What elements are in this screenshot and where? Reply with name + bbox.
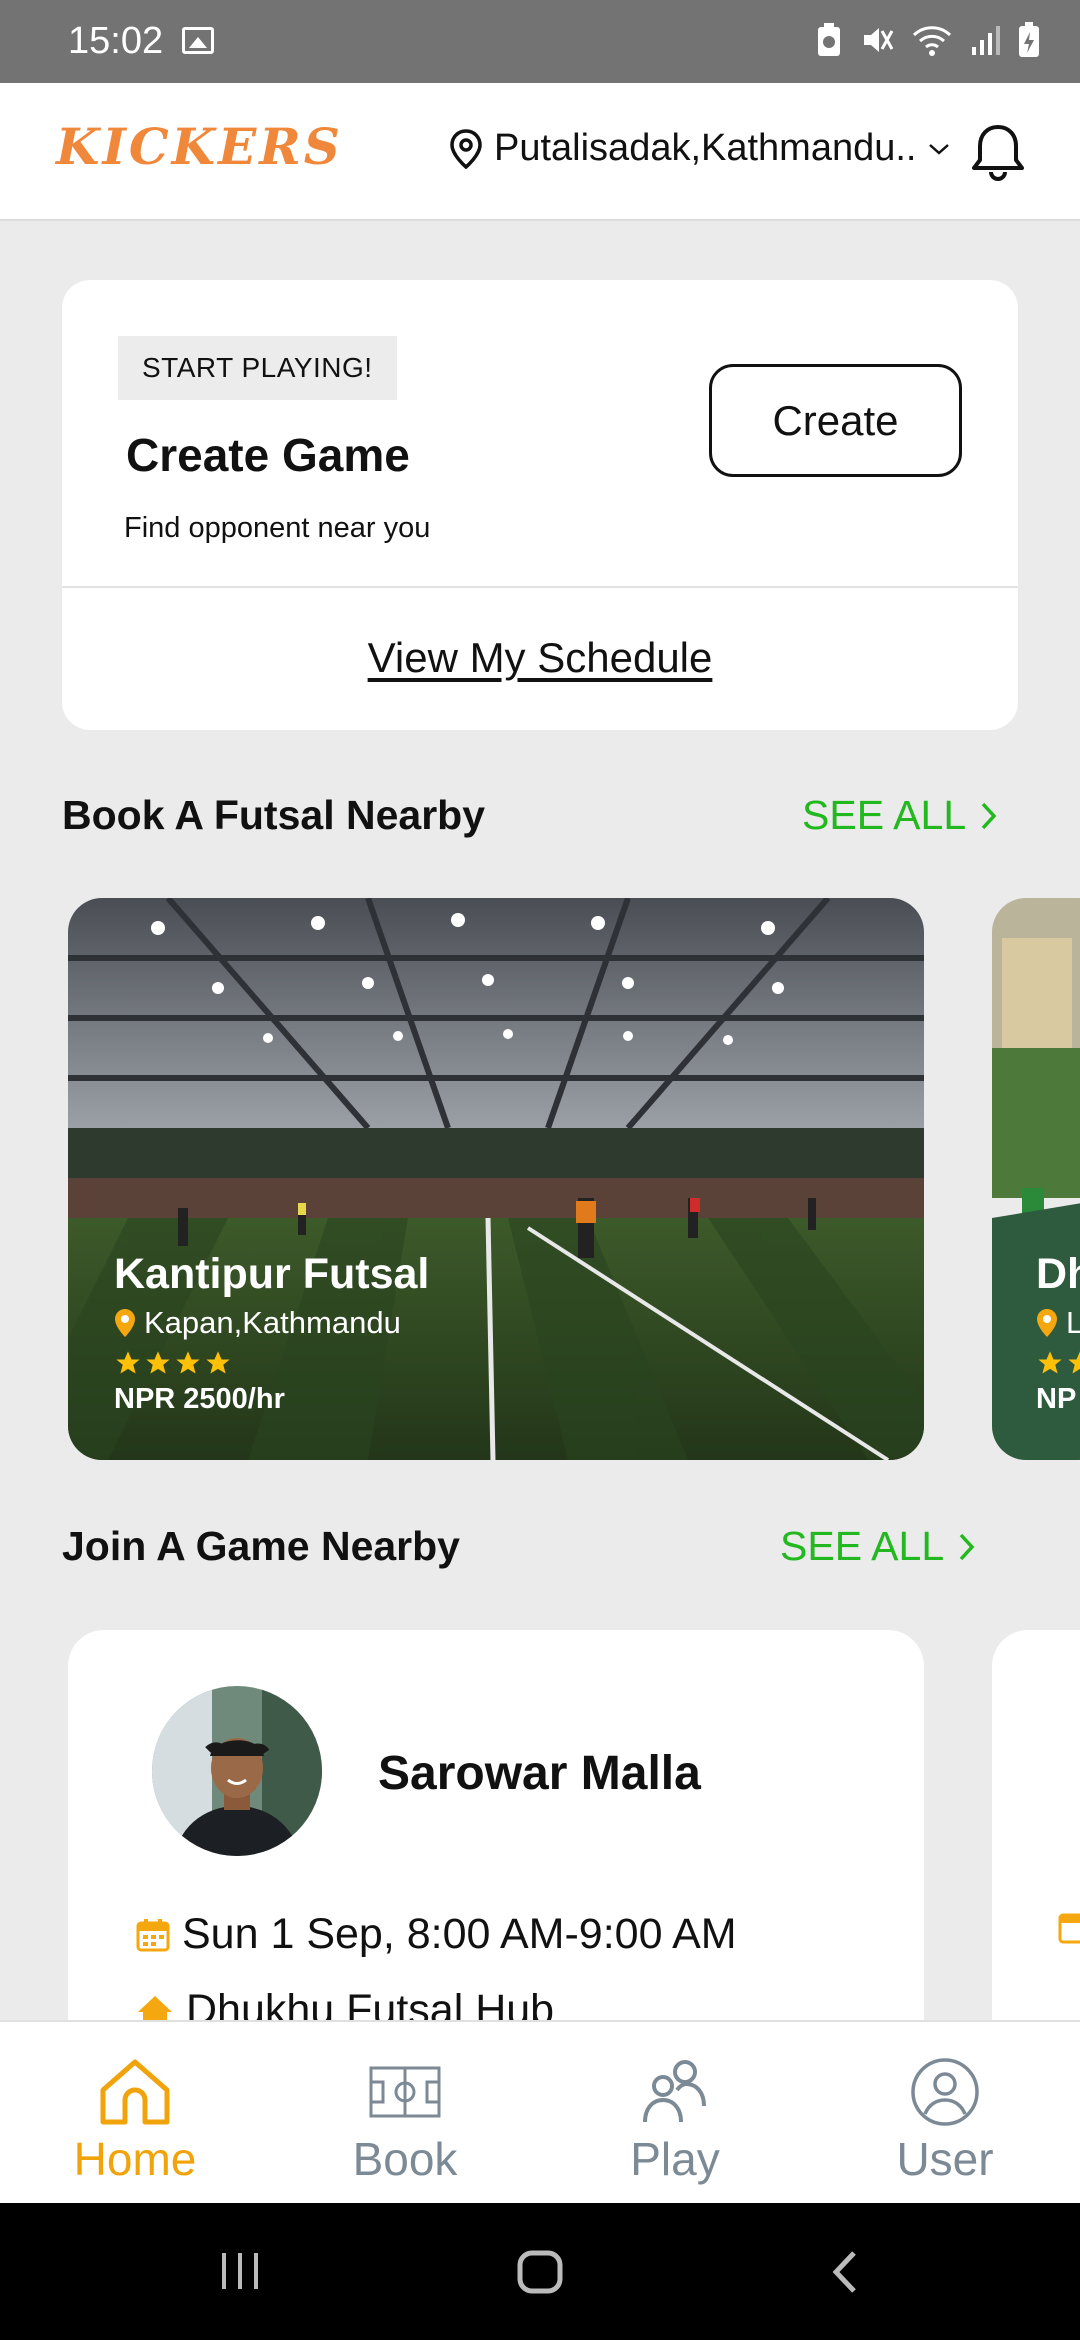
star-icon xyxy=(1068,1351,1080,1374)
create-game-title: Create Game xyxy=(126,429,410,481)
gallery-notification-icon xyxy=(182,27,214,54)
nav-label: User xyxy=(896,2133,994,2185)
star-icon xyxy=(1038,1351,1062,1374)
futsal-name: Kantipur Futsal xyxy=(114,1250,430,1298)
star-rating xyxy=(114,1349,429,1377)
mute-icon xyxy=(864,28,894,52)
futsal-card[interactable]: Dh L NP xyxy=(992,898,1080,1460)
recent-apps-icon[interactable] xyxy=(216,2249,264,2293)
battery-charging-icon xyxy=(1019,22,1039,57)
home-icon xyxy=(100,2059,170,2125)
status-time: 15:02 xyxy=(68,20,164,62)
futsal-location-text: Kapan,Kathmandu xyxy=(144,1305,401,1340)
nav-book[interactable]: Book xyxy=(270,2022,540,2203)
wifi-icon xyxy=(912,26,952,56)
signal-icon xyxy=(972,26,1000,55)
player-photo xyxy=(152,1686,322,1856)
view-schedule-link[interactable]: View My Schedule xyxy=(62,586,1018,730)
system-nav-bar xyxy=(0,2203,1080,2340)
nav-label: Play xyxy=(630,2133,720,2185)
start-playing-badge: START PLAYING! xyxy=(118,336,397,400)
bottom-nav: Home Book Play User xyxy=(0,2020,1080,2203)
star-icon xyxy=(146,1351,170,1374)
futsal-location: L xyxy=(1036,1305,1080,1341)
create-game-subtitle: Find opponent near you xyxy=(124,512,431,544)
player-name: Sarowar Malla xyxy=(378,1747,701,1800)
nav-play[interactable]: Play xyxy=(540,2022,810,2203)
location-text: Putalisadak,Kathmandu.. xyxy=(494,127,917,169)
calendar-icon xyxy=(136,1918,170,1951)
futsal-name: Dh xyxy=(1036,1250,1080,1298)
join-section-title: Join A Game Nearby xyxy=(62,1523,460,1569)
location-pin-icon xyxy=(1037,1309,1057,1337)
chevron-right-icon xyxy=(981,802,997,829)
book-see-all-link[interactable]: SEE ALL xyxy=(802,792,998,839)
futsal-price: NP xyxy=(1036,1383,1077,1415)
location-pin-icon xyxy=(115,1309,135,1337)
status-bar: 15:02 xyxy=(0,0,1080,83)
game-time: Sun 1 Sep, 8:00 AM-9:00 AM xyxy=(136,1910,737,1959)
chevron-right-icon xyxy=(959,1533,975,1560)
star-rating xyxy=(1036,1349,1080,1377)
star-icon xyxy=(206,1351,230,1374)
futsal-price: NPR 2500/hr xyxy=(114,1383,285,1415)
location-selector[interactable]: Putalisadak,Kathmandu.. xyxy=(448,127,951,170)
see-all-label: SEE ALL xyxy=(780,1523,945,1569)
back-icon[interactable] xyxy=(830,2249,860,2295)
players-icon xyxy=(643,2060,706,2123)
app-header: KICKERS Putalisadak,Kathmandu.. xyxy=(0,83,1080,221)
join-see-all-link[interactable]: SEE ALL xyxy=(780,1523,976,1570)
futsal-info: Dh L NP xyxy=(1036,1250,1080,1416)
chevron-down-icon xyxy=(928,143,949,155)
home-button-icon[interactable] xyxy=(516,2249,564,2295)
bell-icon[interactable] xyxy=(968,121,1028,183)
create-game-card: START PLAYING! Create Game Find opponent… xyxy=(62,280,1018,730)
nav-home[interactable]: Home xyxy=(0,2022,270,2203)
nav-label: Book xyxy=(352,2133,458,2185)
futsal-location-text: L xyxy=(1066,1305,1080,1340)
game-time-text: Sun 1 Sep, 8:00 AM-9:00 AM xyxy=(182,1910,737,1958)
avatar xyxy=(152,1686,322,1856)
status-icons xyxy=(816,22,1040,58)
futsal-card[interactable]: Kantipur Futsal Kapan,Kathmandu NPR 2500… xyxy=(68,898,924,1460)
futsal-location: Kapan,Kathmandu xyxy=(114,1305,429,1341)
nav-label: Home xyxy=(73,2133,197,2185)
app-logo: KICKERS xyxy=(56,117,343,176)
battery-saver-icon xyxy=(818,23,840,56)
book-section-title: Book A Futsal Nearby xyxy=(62,792,485,838)
star-icon xyxy=(116,1351,140,1374)
calendar-icon xyxy=(1058,1913,1080,1944)
create-button[interactable]: Create xyxy=(709,364,962,477)
location-pin-icon xyxy=(450,128,482,169)
futsal-field-icon xyxy=(369,2066,441,2118)
see-all-label: SEE ALL xyxy=(802,792,967,838)
nav-user[interactable]: User xyxy=(810,2022,1080,2203)
star-icon xyxy=(176,1351,200,1374)
user-icon xyxy=(911,2058,979,2126)
futsal-info: Kantipur Futsal Kapan,Kathmandu NPR 2500… xyxy=(114,1250,429,1416)
